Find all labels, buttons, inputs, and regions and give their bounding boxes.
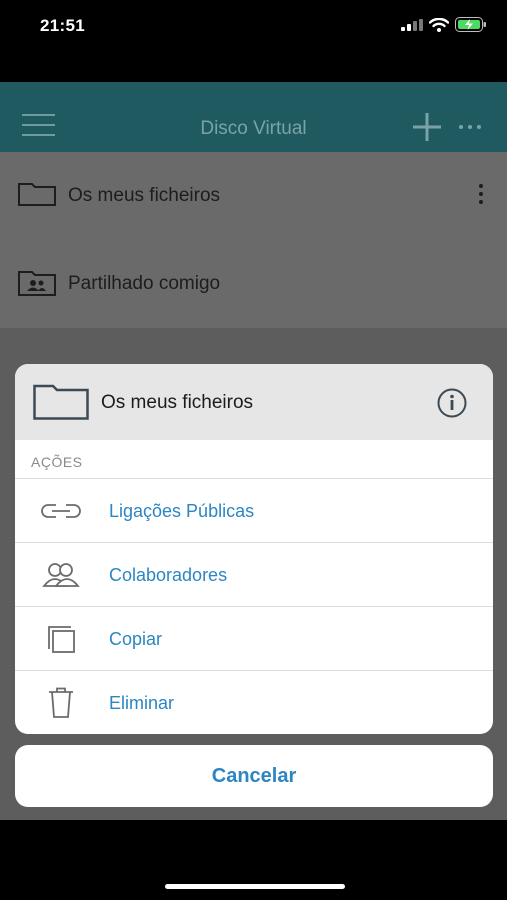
section-label: AÇÕES bbox=[31, 454, 83, 470]
action-label: Copiar bbox=[109, 629, 163, 649]
collaborators-action[interactable]: Colaboradores bbox=[15, 542, 493, 606]
action-label: Colaboradores bbox=[109, 565, 228, 585]
status-icons bbox=[401, 17, 487, 32]
copy-action[interactable]: Copiar bbox=[15, 606, 493, 670]
status-time: 21:51 bbox=[40, 16, 85, 35]
signal-icon bbox=[401, 18, 423, 31]
status-bar: 21:51 bbox=[0, 0, 507, 60]
shared-folder-icon bbox=[18, 271, 56, 296]
action-sheet-header: Os meus ficheiros bbox=[15, 364, 493, 440]
folder-icon bbox=[18, 183, 56, 206]
action-sheet-title: Os meus ficheiros bbox=[101, 392, 254, 413]
info-icon[interactable] bbox=[437, 388, 467, 418]
list-item[interactable]: Os meus ficheiros bbox=[0, 152, 507, 240]
action-sheet: Os meus ficheiros AÇÕES Ligações Pública… bbox=[15, 364, 493, 734]
delete-action[interactable]: Eliminar bbox=[15, 670, 493, 734]
folder-list: Os meus ficheiros Partilhado comigo bbox=[0, 152, 507, 328]
cancel-button[interactable]: Cancelar bbox=[15, 745, 493, 807]
public-links-action[interactable]: Ligações Públicas bbox=[15, 478, 493, 542]
list-item-label: Partilhado comigo bbox=[68, 273, 221, 294]
trash-icon bbox=[49, 687, 73, 718]
list-item[interactable]: Partilhado comigo bbox=[0, 240, 507, 328]
folder-icon bbox=[33, 384, 89, 420]
action-label: Eliminar bbox=[109, 693, 175, 713]
plus-icon[interactable] bbox=[412, 112, 442, 142]
home-indicator[interactable] bbox=[165, 884, 345, 889]
action-list: Ligações Públicas Colaboradores Copiar E… bbox=[15, 478, 493, 734]
link-icon bbox=[41, 504, 81, 518]
action-label: Ligações Públicas bbox=[109, 501, 255, 521]
collaborators-icon bbox=[42, 563, 80, 587]
battery-charging-icon bbox=[455, 17, 486, 32]
list-item-label: Os meus ficheiros bbox=[68, 185, 221, 206]
copy-icon bbox=[48, 626, 75, 653]
app-header: Disco Virtual bbox=[0, 82, 507, 152]
more-horizontal-icon[interactable] bbox=[459, 125, 481, 129]
wifi-icon bbox=[429, 17, 449, 32]
kebab-menu-icon[interactable] bbox=[479, 184, 483, 204]
